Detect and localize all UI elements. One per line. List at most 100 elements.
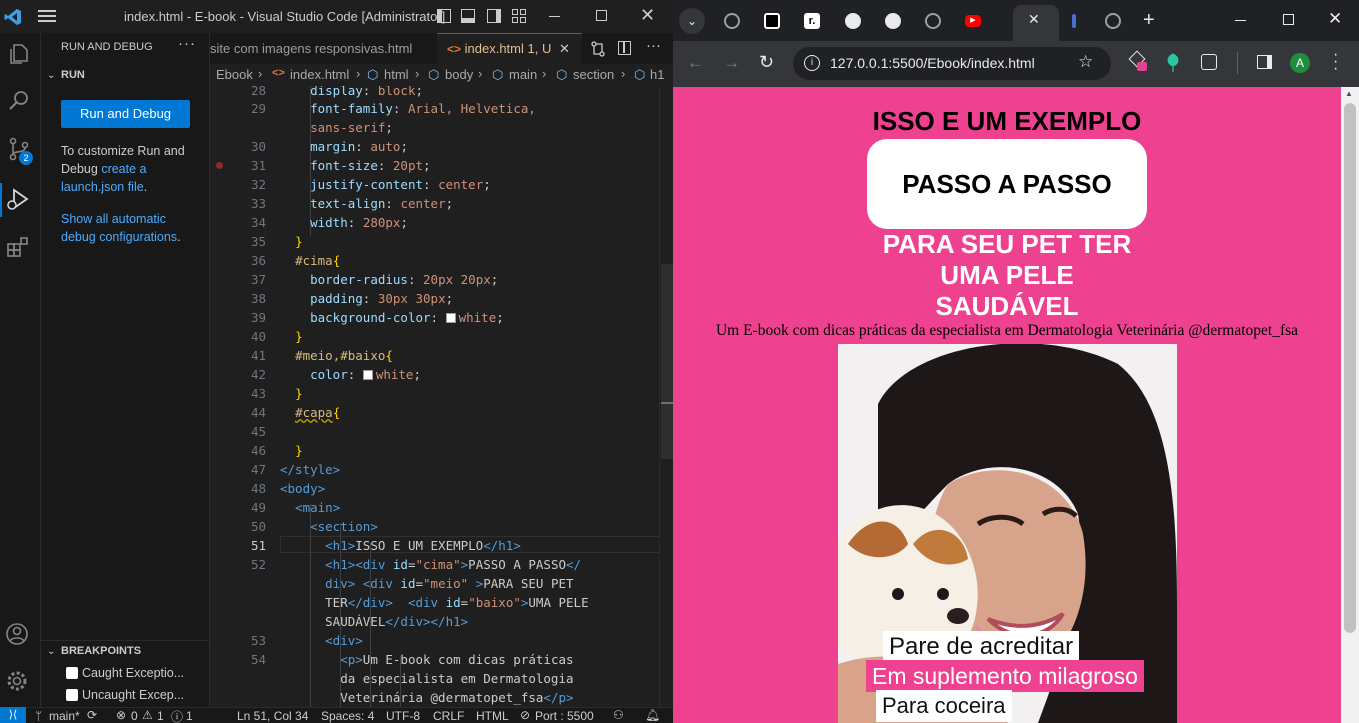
line-number: 42 [250,367,266,382]
toggle-sidebar-icon[interactable] [437,9,451,23]
html-tag: <main> [295,500,341,515]
bookmark-star-icon[interactable]: ☆ [1078,52,1093,72]
git-branch[interactable]: main* [49,709,80,723]
breadcrumb-section[interactable]: section [573,67,614,82]
language-mode[interactable]: HTML [476,709,509,723]
extension-tool-icon[interactable] [1128,50,1147,71]
explorer-icon[interactable] [7,42,31,66]
page-scrollbar-thumb[interactable] [1344,103,1356,633]
scm-badge: 2 [19,151,33,165]
tab-site-responsivas[interactable]: site com imagens responsivas.html [210,33,436,64]
info-count[interactable]: 1 [186,709,193,723]
browser-tab-4[interactable] [836,7,870,35]
tab-close-icon[interactable]: ✕ [1028,11,1040,28]
breakpoints-title[interactable]: BREAKPOINTS [61,645,141,657]
minimize-button[interactable] [549,16,560,17]
caught-exceptions-checkbox[interactable] [66,667,78,679]
encoding[interactable]: UTF-8 [386,709,420,723]
code-editor[interactable]: 28 29 30 31 32 33 34 35 36 37 38 39 40 4… [210,86,673,707]
code-line: <h1><div id="cima">PASSO A PASSO</ [325,557,582,572]
warning-count[interactable]: 1 [157,709,164,723]
open-changes-icon[interactable] [590,41,606,57]
toggle-secondary-sidebar-icon[interactable] [487,9,501,23]
show-auto-debug-link[interactable]: Show all automatic debug configurations [61,212,177,244]
search-icon[interactable] [7,89,31,113]
run-and-debug-button[interactable]: Run and Debug [61,100,190,128]
code-line: #meio,#baixo{ [280,348,393,363]
new-tab-icon[interactable]: + [1143,9,1155,32]
chevron-down-icon[interactable]: ⌄ [47,70,55,81]
browser-tab-active[interactable]: ✕ [1013,5,1059,41]
browser-tab-5[interactable] [876,7,910,35]
chrome-menu-icon[interactable]: · · · [1333,47,1338,77]
back-arrow-icon[interactable]: ← [687,53,704,73]
line-number: 31 [250,158,266,173]
line-number: 45 [250,424,266,439]
browser-minimize-button[interactable] [1235,20,1246,21]
extensions-puzzle-icon[interactable] [1201,54,1217,70]
remote-icon[interactable]: ⟩⟨ [0,707,26,723]
browser-tab-10[interactable] [1096,7,1130,35]
address-bar[interactable]: i 127.0.0.1:5500/Ebook/index.html ☆ [793,47,1111,80]
toggle-panel-icon[interactable] [461,9,475,23]
color-swatch[interactable] [362,370,373,380]
live-server-port[interactable]: Port : 5500 [535,709,594,723]
extensions-icon[interactable] [6,235,30,259]
extension-leaf-icon[interactable] [1164,53,1182,73]
split-editor-icon[interactable] [618,41,631,55]
side-panel-icon[interactable] [1257,55,1272,69]
profile-avatar[interactable]: A [1290,53,1310,73]
css-brace: } [295,234,303,249]
run-debug-icon[interactable] [5,186,31,212]
color-swatch[interactable] [445,313,456,323]
tab-search-icon[interactable]: ⌄ [679,8,705,34]
browser-tab-2[interactable] [755,7,789,35]
breadcrumb-h1[interactable]: h1 [650,67,664,82]
html-file-icon: <> [272,67,285,79]
browser-maximize-button[interactable] [1283,14,1294,25]
error-count[interactable]: 0 [131,709,138,723]
breadcrumb-folder[interactable]: Ebook [216,67,253,82]
copilot-icon[interactable]: ⚇ [613,708,624,722]
url-text[interactable]: 127.0.0.1:5500/Ebook/index.html [830,55,1035,71]
tab-close-icon[interactable]: ✕ [559,41,570,56]
browser-tab-6[interactable] [916,7,950,35]
cursor-position[interactable]: Ln 51, Col 34 [237,709,308,723]
line-number: 54 [250,652,266,667]
breadcrumb-main[interactable]: main [509,67,537,82]
customize-layout-icon[interactable] [512,9,526,23]
browser-tab-1[interactable] [715,7,749,35]
editor-scrollbar[interactable] [659,86,673,707]
maximize-button[interactable] [596,10,607,21]
breadcrumb-body[interactable]: body [445,67,473,82]
line-number: 41 [250,348,266,363]
settings-gear-icon[interactable] [5,669,29,693]
more-actions-icon[interactable]: ··· [178,35,196,52]
code-line: display: block; [280,86,423,98]
css-value: block [377,86,416,98]
close-button[interactable]: ✕ [640,5,655,26]
run-section-title[interactable]: RUN [61,69,85,81]
menu-icon[interactable] [38,10,56,22]
line-ending[interactable]: CRLF [433,709,464,723]
reload-icon[interactable]: ↻ [759,52,774,73]
browser-tab-9[interactable] [1057,7,1091,35]
browser-tab-7[interactable]: ▶ [956,7,990,35]
uncaught-exceptions-checkbox[interactable] [66,689,78,701]
site-info-icon[interactable]: i [804,55,820,71]
accounts-icon[interactable] [5,622,29,646]
sync-icon[interactable]: ⟳ [87,708,97,722]
editor-more-icon[interactable]: ··· [646,37,661,54]
tab-index-html[interactable]: <> index.html 1, U ✕ [437,33,582,64]
page-scrollbar[interactable]: ▲ [1341,87,1359,723]
notifications-icon[interactable]: 🔔︎ [645,708,660,722]
forward-arrow-icon[interactable]: → [723,53,740,73]
code-line: border-radius: 20px 20px; [310,272,499,287]
chevron-down-icon[interactable]: ⌄ [47,646,55,657]
browser-close-button[interactable]: ✕ [1328,9,1342,29]
code-line: padding: 30px 30px; [310,291,454,306]
indentation[interactable]: Spaces: 4 [321,709,374,723]
browser-tab-3[interactable]: r. [795,7,829,35]
breadcrumb-html[interactable]: html [384,67,409,82]
breadcrumb-file[interactable]: index.html [290,67,349,82]
